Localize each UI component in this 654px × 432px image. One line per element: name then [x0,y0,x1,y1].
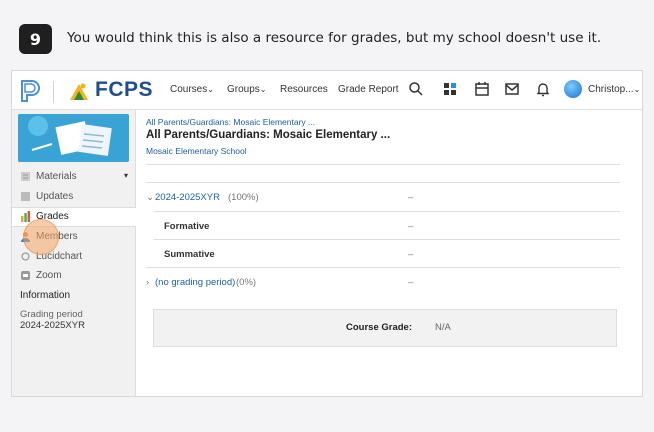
brand-name[interactable]: FCPS [95,78,153,102]
apps-icon[interactable] [442,81,458,97]
grades-icon [21,211,31,222]
nav-grade-report[interactable]: Grade Report [338,84,399,95]
search-icon[interactable] [408,81,424,97]
click-highlight [23,219,59,255]
divider [154,239,620,240]
sidebar-item-zoom[interactable]: Zoom [12,267,135,285]
divider [146,267,620,268]
category-row-formative[interactable]: Formative – [146,213,619,239]
category-name: Summative [164,249,215,260]
schoology-logo-icon[interactable] [20,79,40,103]
course-profile-image [18,114,129,162]
course-sidebar: Materials ▾ Updates Grades Members Lucid… [12,110,136,396]
information-heading: Information [20,290,71,301]
chevron-right-icon: › [146,277,150,288]
grading-period-name[interactable]: 2024-2025XYR [155,192,220,203]
divider [154,211,620,212]
chevron-down-icon: ⌄ [146,192,154,203]
grading-period-label: Grading period [20,309,83,320]
page-title: All Parents/Guardians: Mosaic Elementary… [146,129,391,141]
step-description: You would think this is also a resource … [67,30,602,46]
school-link[interactable]: Mosaic Elementary School [146,146,247,156]
grading-period-weight: (100%) [228,192,259,203]
category-name: Formative [164,221,210,232]
logo-divider [53,81,54,103]
grading-period-grade: – [408,277,414,288]
course-grade-box: Course Grade: N/A [153,309,617,347]
grading-period-value: 2024-2025XYR [20,320,85,331]
grading-period-weight: (0%) [236,277,257,288]
divider [146,164,620,165]
nav-resources[interactable]: Resources [280,84,328,95]
breadcrumb[interactable]: All Parents/Guardians: Mosaic Elementary… [146,117,315,127]
fcps-logo-icon [70,83,88,100]
category-row-summative[interactable]: Summative – [146,241,619,267]
course-grade-value: N/A [435,322,451,333]
chevron-down-icon: ▾ [124,171,129,180]
updates-icon [21,192,30,201]
divider [146,182,620,183]
user-avatar[interactable] [564,80,582,98]
category-grade: – [408,249,414,260]
step-header: 9 You would think this is also a resourc… [19,24,639,54]
sidebar-item-updates[interactable]: Updates [12,188,135,206]
nav-groups[interactable]: Groups⌄ [227,84,267,95]
materials-icon [21,172,30,181]
step-number-badge: 9 [19,24,52,54]
nav-courses[interactable]: Courses⌄ [170,84,214,95]
zoom-icon [21,271,30,280]
mail-icon[interactable] [504,81,520,97]
course-grade-label: Course Grade: [346,322,412,333]
sidebar-item-materials[interactable]: Materials ▾ [12,168,135,186]
category-grade: – [408,221,414,232]
app-window: FCPS Courses⌄ Groups⌄ Resources Grade Re… [11,70,643,397]
lucidchart-icon [21,252,30,261]
no-grading-period-row[interactable]: › (no grading period) (0%) – [146,269,619,295]
grading-period-row[interactable]: ⌄ 2024-2025XYR (100%) – [146,184,619,210]
calendar-icon[interactable] [474,81,490,97]
grades-panel: All Parents/Guardians: Mosaic Elementary… [136,110,642,396]
grading-period-name[interactable]: (no grading period) [155,277,235,288]
bell-icon[interactable] [535,81,551,97]
top-navigation-bar: FCPS Courses⌄ Groups⌄ Resources Grade Re… [12,71,642,110]
user-menu[interactable]: Christop...⌄ [588,84,640,95]
grading-period-grade: – [408,192,414,203]
